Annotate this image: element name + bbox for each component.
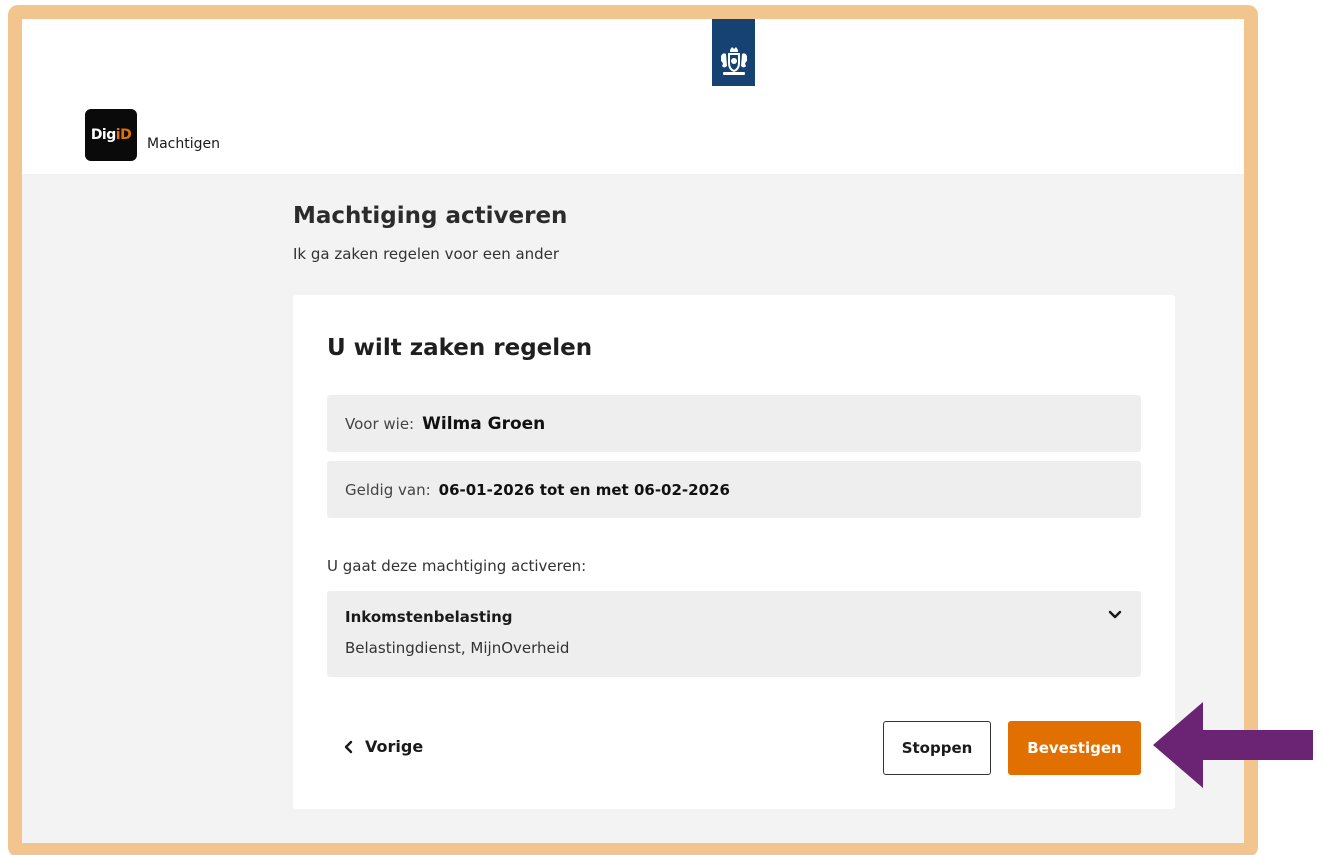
validity-box: Geldig van: 06-01-2026 tot en met 06-02-… [327,461,1141,518]
service-accordion[interactable]: Inkomstenbelasting Belastingdienst, Mijn… [327,591,1141,677]
page-header: Dig iD Machtigen [22,19,1244,174]
chevron-left-icon [344,740,353,753]
authorization-card: U wilt zaken regelen Voor wie: Wilma Gro… [293,295,1175,809]
back-button[interactable]: Vorige [343,737,423,756]
stop-button[interactable]: Stoppen [883,721,991,775]
rijksoverheid-logo [712,19,755,86]
coat-of-arms-icon [720,47,747,75]
digid-logo-text: Dig [90,127,116,143]
for-whom-value: Wilma Groen [422,413,546,434]
app-name: Machtigen [147,136,220,152]
page-title: Machtiging activeren [293,203,568,229]
digid-logo-accent: iD [115,127,132,143]
arrow-left-icon [1153,702,1313,788]
for-whom-label: Voor wie: [345,414,415,433]
validity-value: 06-01-2026 tot en met 06-02-2026 [438,480,730,499]
screenshot-frame: Dig iD Machtigen Machtiging activeren Ik … [8,5,1258,855]
service-name: Inkomstenbelasting [345,608,513,626]
page-subtitle: Ik ga zaken regelen voor een ander [293,245,560,263]
validity-label: Geldig van: [345,480,431,499]
activate-label: U gaat deze machtiging activeren: [327,557,587,575]
confirm-button[interactable]: Bevestigen [1008,721,1141,775]
for-whom-box: Voor wie: Wilma Groen [327,395,1141,452]
chevron-down-icon[interactable] [1107,607,1123,623]
service-provider: Belastingdienst, MijnOverheid [345,639,570,657]
back-label: Vorige [365,737,424,756]
digid-logo: Dig iD [85,109,137,161]
card-title: U wilt zaken regelen [327,335,593,361]
